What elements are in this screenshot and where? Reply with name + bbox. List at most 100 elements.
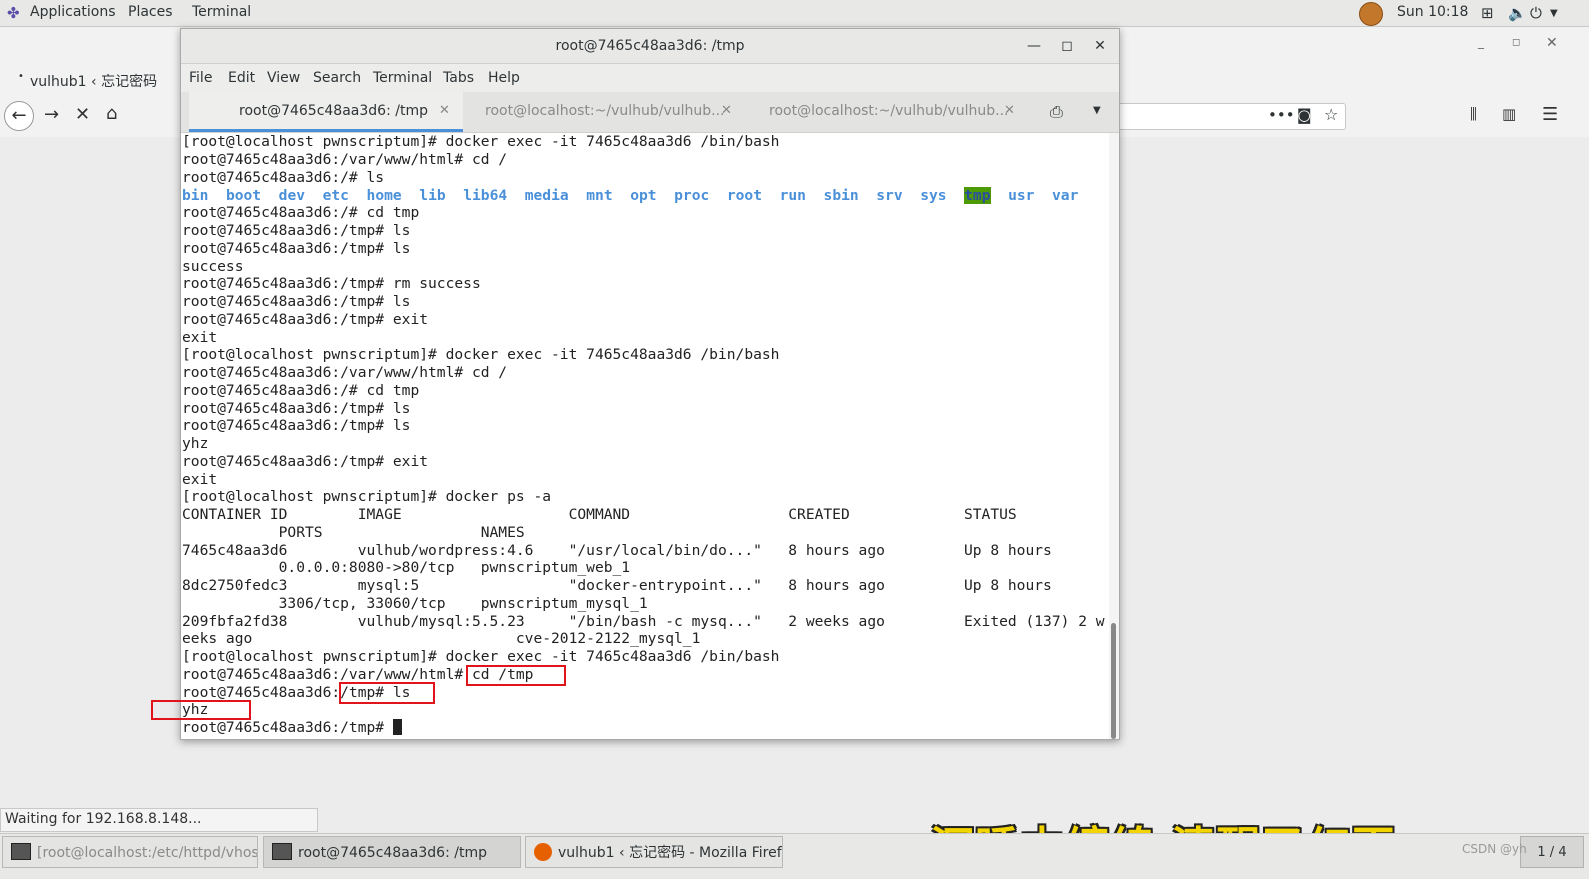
close-button[interactable]: ✕ bbox=[1085, 29, 1115, 63]
top-panel: ✤ Applications Places Terminal Sun 10:18… bbox=[0, 0, 1589, 27]
network-icon[interactable]: ⊞ bbox=[1481, 4, 1494, 22]
ls-dir-entry: opt bbox=[630, 187, 657, 204]
window-title: root@7465c48aa3d6: /tmp bbox=[555, 38, 745, 54]
minimize-button[interactable]: — bbox=[1019, 29, 1049, 63]
terminal-tab-bar: root@7465c48aa3d6: /tmp ✕ root@localhost… bbox=[181, 92, 1119, 133]
terminal-line: root@7465c48aa3d6:/tmp# exit bbox=[182, 453, 429, 470]
ls-dir-entry: boot bbox=[225, 187, 262, 204]
firefox-status: Waiting for 192.168.8.148... bbox=[0, 808, 318, 832]
terminal-titlebar[interactable]: root@7465c48aa3d6: /tmp — ◻ ✕ bbox=[181, 29, 1119, 64]
terminal-line: root@7465c48aa3d6:/var/www/html# cd / bbox=[182, 364, 508, 381]
task-firefox[interactable]: vulhub1 ‹ 忘记密码 - Mozilla Firefox bbox=[525, 836, 783, 868]
ls-dir-entry: media bbox=[524, 187, 569, 204]
home-button[interactable]: ⌂ bbox=[106, 103, 117, 124]
workspace-pager[interactable]: 1 / 4 bbox=[1520, 836, 1584, 868]
terminal-output[interactable]: [root@localhost pwnscriptum]# docker exe… bbox=[181, 133, 1109, 739]
menu-help[interactable]: Help bbox=[488, 70, 520, 86]
terminal-line: root@7465c48aa3d6:/tmp# rm success bbox=[182, 275, 481, 292]
tab-list-icon[interactable]: ▼ bbox=[1093, 105, 1101, 116]
firefox-tab-title: vulhub1 ‹ 忘记密码 bbox=[30, 74, 158, 90]
watermark: CSDN @yh bbox=[1462, 842, 1527, 856]
back-button[interactable]: ← bbox=[4, 101, 34, 131]
applications-icon: ✤ bbox=[7, 4, 20, 22]
menu-search[interactable]: Search bbox=[313, 70, 361, 86]
library-icon[interactable]: ⫼ bbox=[1470, 105, 1477, 123]
terminal-line: exit bbox=[182, 471, 218, 488]
maximize-icon[interactable]: ◻ bbox=[1512, 37, 1520, 48]
terminal-line: root@7465c48aa3d6:/# cd tmp bbox=[182, 204, 420, 221]
clock[interactable]: Sun 10:18 bbox=[1397, 4, 1468, 20]
tab-active[interactable]: root@7465c48aa3d6: /tmp ✕ bbox=[189, 92, 463, 132]
task-label: vulhub1 ‹ 忘记密码 - Mozilla Firefox bbox=[558, 845, 783, 861]
ls-dir-entry: srv bbox=[876, 187, 903, 204]
menu-terminal[interactable]: Terminal bbox=[373, 70, 432, 86]
tab-close-icon[interactable]: ✕ bbox=[721, 92, 732, 130]
menu-file[interactable]: File bbox=[189, 70, 212, 86]
terminal-line: 0.0.0.0:8080->80/tcp pwnscriptum_web_1 bbox=[182, 559, 631, 576]
ls-dir-entry: dev bbox=[278, 187, 306, 204]
task-vhosts-terminal[interactable]: [root@localhost:/etc/httpd/vhosts.d] bbox=[2, 836, 258, 868]
menu-view[interactable]: View bbox=[267, 70, 300, 86]
terminal-line: root@7465c48aa3d6:/tmp# ls bbox=[182, 400, 411, 417]
power-icon[interactable]: ⏻ bbox=[1530, 4, 1542, 22]
firefox-tab[interactable]: • vulhub1 ‹ 忘记密码 bbox=[0, 71, 180, 105]
pocket-icon[interactable]: ◙ bbox=[1297, 106, 1312, 124]
avatar-icon[interactable] bbox=[1359, 2, 1383, 26]
hamburger-menu-icon[interactable]: ☰ bbox=[1542, 104, 1558, 125]
tab-label: root@7465c48aa3d6: /tmp bbox=[239, 103, 428, 119]
menu-tabs[interactable]: Tabs bbox=[443, 70, 474, 86]
annotation-box-cd-tmp bbox=[466, 665, 566, 686]
terminal-line: root@7465c48aa3d6:/tmp# ls bbox=[182, 417, 411, 434]
tab-close-icon[interactable]: ✕ bbox=[1004, 92, 1015, 130]
ls-dir-entry: bin bbox=[182, 187, 209, 204]
terminal-line: CONTAINER ID IMAGE COMMAND CREATED STATU… bbox=[182, 506, 1017, 523]
terminal-line: 209fbfa2fd38 vulhub/mysql:5.5.23 "/bin/b… bbox=[182, 613, 1105, 630]
text-cursor bbox=[392, 719, 402, 735]
sidebar-icon[interactable]: ▥ bbox=[1502, 105, 1516, 123]
ls-dir-entry: root bbox=[726, 187, 763, 204]
ls-dir-entry: var bbox=[1052, 187, 1079, 204]
places-menu[interactable]: Places bbox=[128, 4, 173, 20]
new-tab-icon[interactable]: ⎙ bbox=[1050, 102, 1063, 122]
window-list: [root@localhost:/etc/httpd/vhosts.d] roo… bbox=[0, 833, 1589, 879]
terminal-line: 8dc2750fedc3 mysql:5 "docker-entrypoint.… bbox=[182, 577, 1052, 594]
terminal-app-menu[interactable]: Terminal bbox=[192, 4, 251, 20]
ls-dir-entry: lib bbox=[419, 187, 446, 204]
menu-edit[interactable]: Edit bbox=[228, 70, 255, 86]
page-actions-icon[interactable]: ••• bbox=[1268, 106, 1295, 124]
ls-dir-entry: usr bbox=[1008, 187, 1035, 204]
volume-icon[interactable]: 🔈 bbox=[1508, 4, 1527, 22]
bookmark-star-icon[interactable]: ☆ bbox=[1324, 105, 1338, 124]
terminal-line: [root@localhost pwnscriptum]# docker ps … bbox=[182, 488, 552, 505]
close-icon[interactable]: ✕ bbox=[1546, 35, 1558, 51]
annotation-box-yhz bbox=[151, 700, 251, 720]
annotation-box-tmp-ls bbox=[339, 682, 435, 704]
task-label: [root@localhost:/etc/httpd/vhosts.d] bbox=[37, 845, 258, 861]
tab-close-icon[interactable]: ✕ bbox=[439, 92, 450, 130]
terminal-scrollbar[interactable] bbox=[1109, 133, 1119, 739]
terminal-line: 3306/tcp, 33060/tcp pwnscriptum_mysql_1 bbox=[182, 595, 648, 612]
terminal-icon bbox=[272, 843, 292, 860]
terminal-line: [root@localhost pwnscriptum]# docker exe… bbox=[182, 346, 780, 363]
dropdown-icon[interactable]: ▼ bbox=[1550, 8, 1558, 19]
tab-inactive-2[interactable]: root@localhost:~/vulhub/vulhub... ✕ bbox=[746, 92, 1029, 132]
forward-button[interactable]: → bbox=[44, 104, 59, 125]
terminal-line: root@7465c48aa3d6:/var/www/html# cd / bbox=[182, 151, 508, 168]
task-docker-terminal[interactable]: root@7465c48aa3d6: /tmp bbox=[263, 836, 521, 868]
stop-button[interactable]: ✕ bbox=[75, 104, 90, 125]
url-bar[interactable]: ••• ◙ ☆ bbox=[1118, 103, 1346, 130]
ls-dir-entry: sbin bbox=[823, 187, 859, 204]
tab-inactive-1[interactable]: root@localhost:~/vulhub/vulhub... ✕ bbox=[463, 92, 746, 132]
terminal-line: root@7465c48aa3d6:/# ls bbox=[182, 169, 385, 186]
tab-label: root@localhost:~/vulhub/vulhub... bbox=[485, 103, 725, 119]
prompt-text: root@7465c48aa3d6:/tmp# bbox=[182, 719, 393, 736]
terminal-icon bbox=[11, 843, 31, 860]
ls-dir-entry: proc bbox=[674, 187, 710, 204]
minimize-icon[interactable]: _ bbox=[1478, 35, 1484, 49]
scrollbar-thumb[interactable] bbox=[1111, 623, 1116, 739]
terminal-line: root@7465c48aa3d6:/# cd tmp bbox=[182, 382, 420, 399]
ls-dir-entry: etc bbox=[322, 187, 349, 204]
maximize-button[interactable]: ◻ bbox=[1052, 29, 1082, 63]
ls-output-line: bin boot dev etc home lib lib64 media mn… bbox=[182, 187, 1078, 205]
applications-menu[interactable]: Applications bbox=[30, 4, 116, 20]
